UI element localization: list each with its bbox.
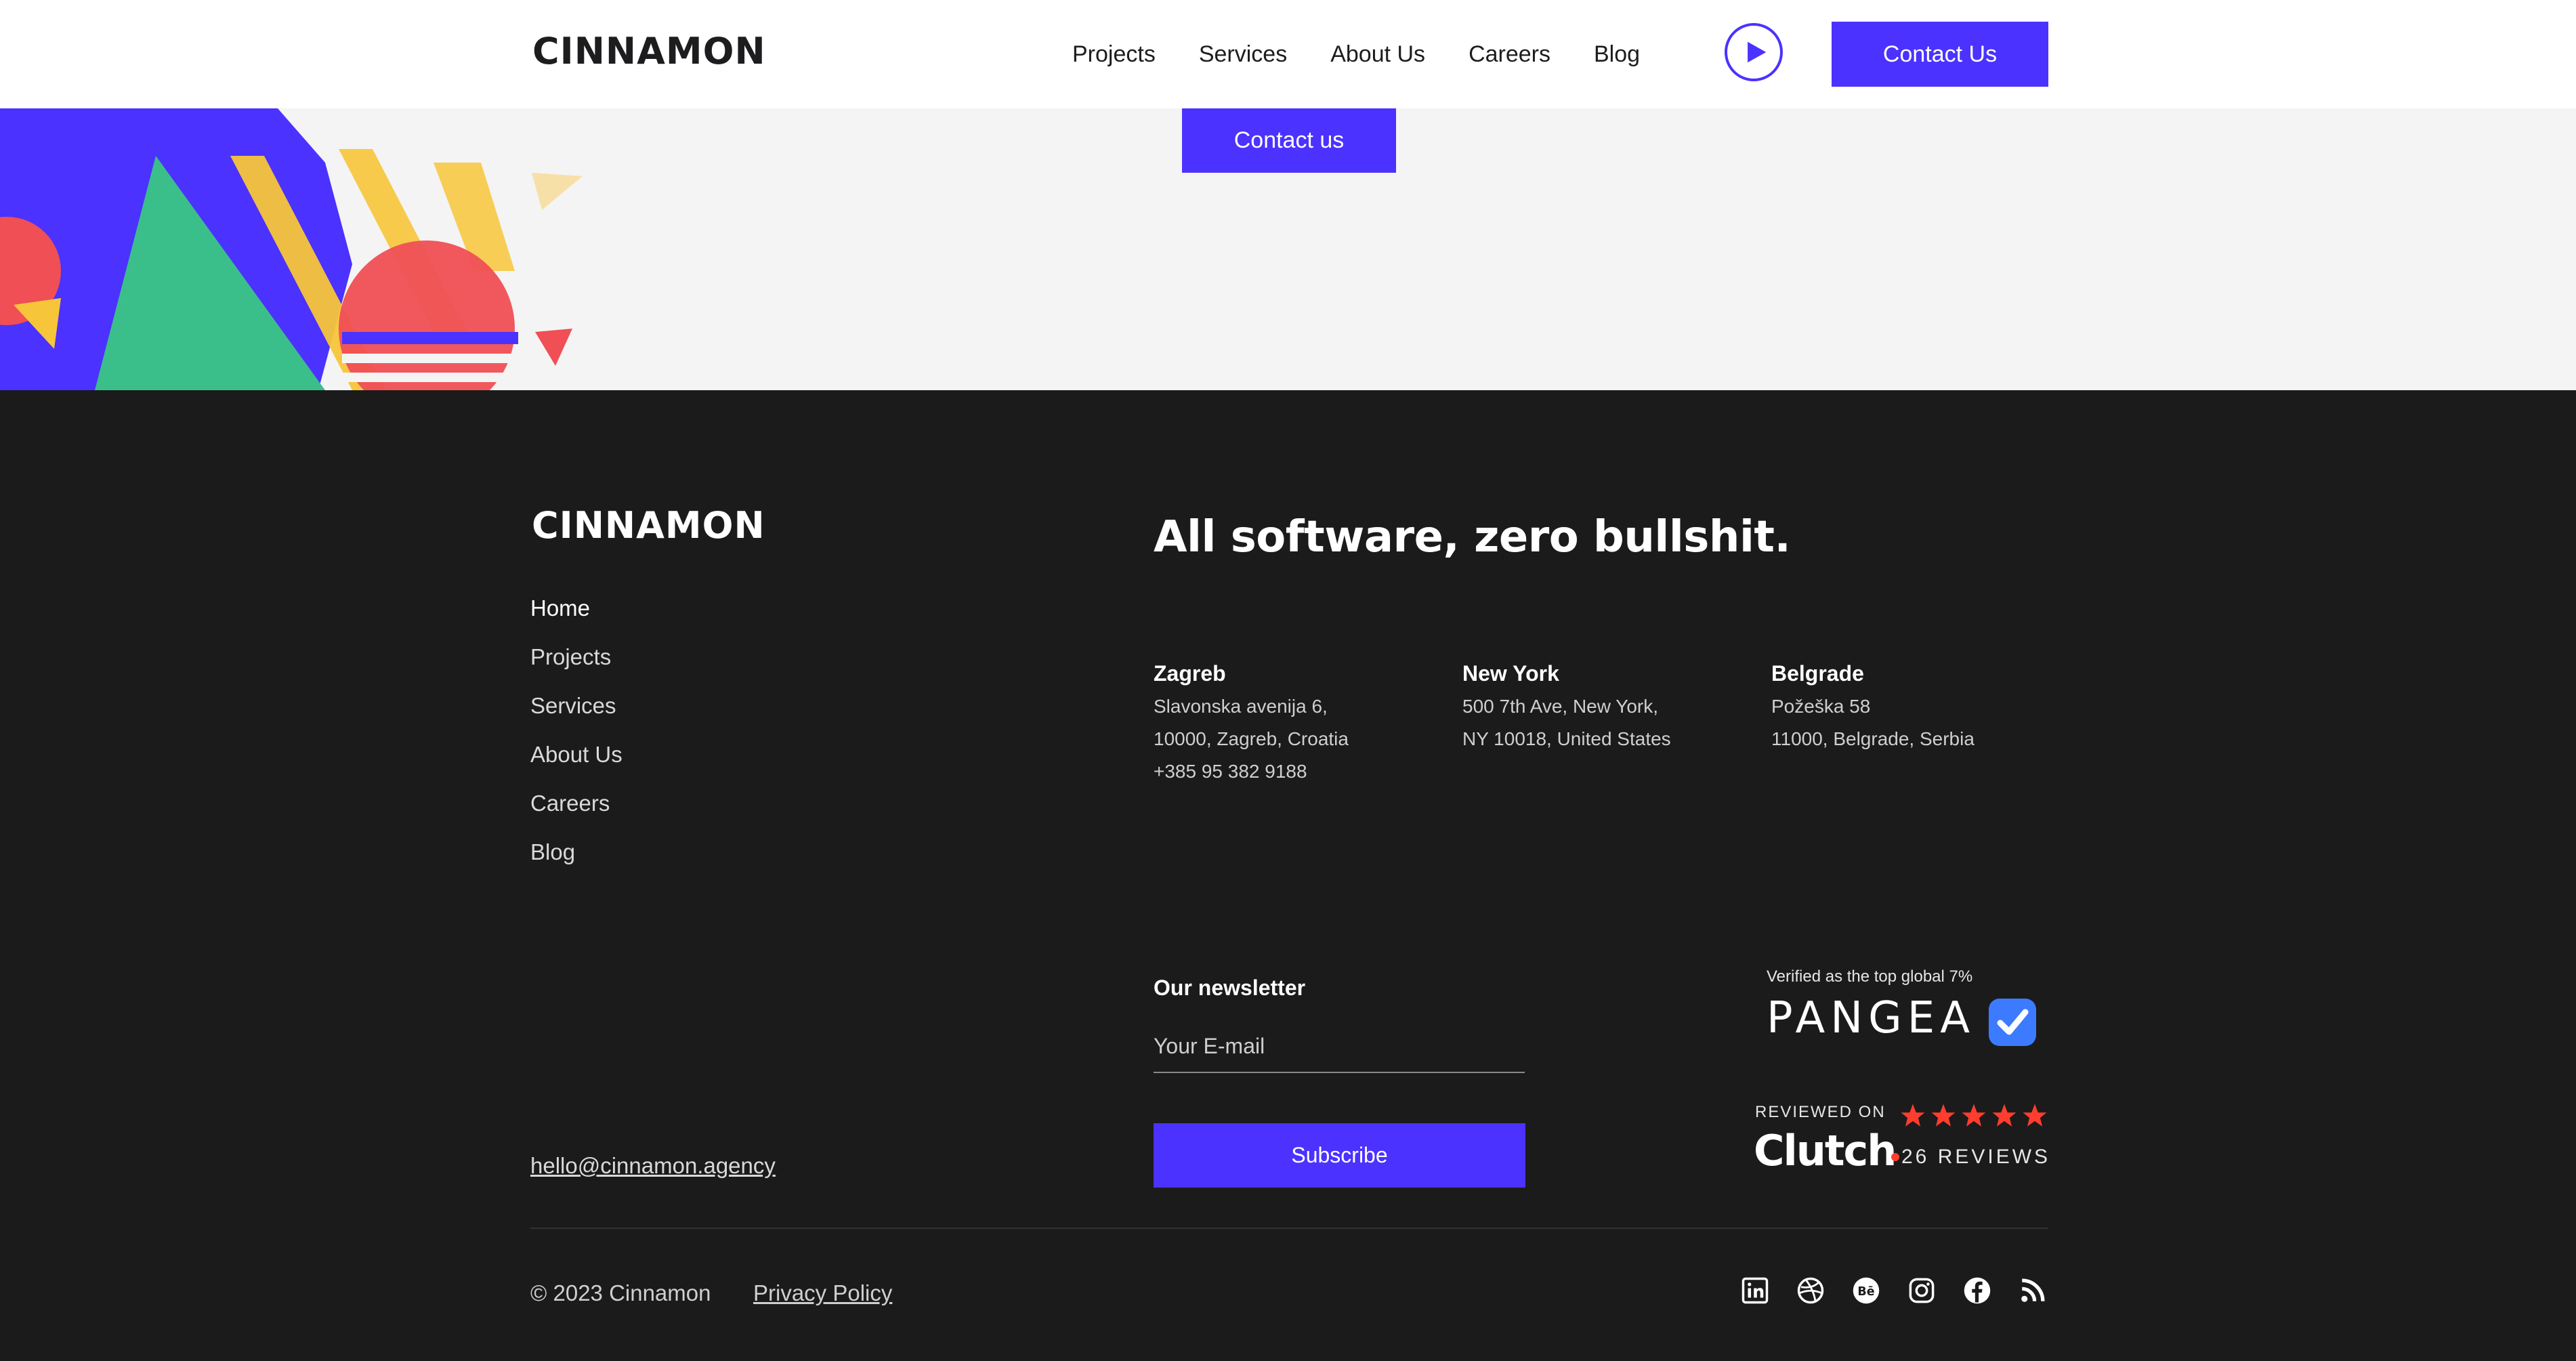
copyright: © 2023 Cinnamon — [530, 1280, 711, 1305]
nav-services[interactable]: Services — [1199, 41, 1287, 68]
svg-text:Bē: Bē — [1857, 1285, 1874, 1299]
clutch-logo[interactable]: Clutch — [1754, 1126, 1900, 1175]
facebook-icon[interactable] — [1963, 1276, 1991, 1305]
footer-nav-projects[interactable]: Projects — [530, 642, 622, 691]
office-zagreb: Zagreb Slavonska avenija 6, 10000, Zagre… — [1154, 661, 1438, 788]
rss-icon[interactable] — [2019, 1276, 2047, 1305]
footer-nav-home[interactable]: Home — [530, 593, 622, 642]
subscribe-button[interactable]: Subscribe — [1154, 1123, 1525, 1188]
header-contact-button[interactable]: Contact Us — [1832, 22, 2048, 87]
clutch-rating-stars — [1900, 1103, 2052, 1129]
play-video-button[interactable] — [1725, 23, 1783, 81]
privacy-policy-link[interactable]: Privacy Policy — [753, 1280, 892, 1306]
footer-nav-blog[interactable]: Blog — [530, 837, 622, 886]
verified-check-icon — [1989, 999, 2036, 1046]
decorative-illustration — [0, 108, 583, 390]
nav-careers[interactable]: Careers — [1469, 41, 1550, 68]
pangea-caption: Verified as the top global 7% — [1767, 967, 1973, 986]
footer-divider — [530, 1228, 2048, 1229]
office-new-york: New York 500 7th Ave, New York, NY 10018… — [1462, 661, 1747, 755]
star-icon — [1962, 1104, 1986, 1127]
footer-nav: Home Projects Services About Us Careers … — [530, 593, 622, 886]
office-address-line: Slavonska avenija 6, — [1154, 696, 1328, 717]
star-icon — [1901, 1104, 1925, 1127]
office-city: Belgrade — [1771, 661, 1864, 686]
clutch-reviews-count[interactable]: 26 REVIEWS — [1901, 1146, 2050, 1169]
social-links: Bē — [1741, 1276, 2074, 1305]
footer-brand-logo[interactable]: CINNAMON — [532, 504, 765, 547]
instagram-icon[interactable] — [1907, 1276, 1936, 1305]
footer-tagline: All software, zero bullshit. — [1154, 512, 1791, 562]
newsletter-title: Our newsletter — [1154, 976, 1306, 1000]
office-city: Zagreb — [1154, 661, 1226, 686]
site-footer: CINNAMON Home Projects Services About Us… — [0, 390, 2576, 1361]
nav-about-us[interactable]: About Us — [1330, 41, 1425, 68]
dribbble-icon[interactable] — [1796, 1276, 1825, 1305]
clutch-reviewed-on: REVIEWED ON — [1755, 1103, 1886, 1121]
play-icon — [1748, 41, 1767, 63]
office-address-line: 11000, Belgrade, Serbia — [1771, 728, 1975, 749]
office-phone[interactable]: +385 95 382 9188 — [1154, 755, 1438, 788]
brand-logo[interactable]: CINNAMON — [532, 30, 766, 72]
site-header: CINNAMON Projects Services About Us Care… — [0, 0, 2576, 108]
pangea-logo[interactable]: PANGEA — [1767, 993, 1975, 1043]
behance-icon[interactable]: Bē — [1852, 1276, 1880, 1305]
clutch-logo-text: Clutch — [1754, 1126, 1897, 1175]
clutch-dot-icon — [1891, 1153, 1900, 1161]
star-icon — [1931, 1104, 1956, 1127]
footer-nav-services[interactable]: Services — [530, 691, 622, 740]
contact-email-link[interactable]: hello@cinnamon.agency — [530, 1153, 776, 1179]
office-address-line: Požeška 58 — [1771, 696, 1871, 717]
band-contact-button[interactable]: Contact us — [1182, 108, 1396, 173]
office-address-line: NY 10018, United States — [1462, 728, 1671, 749]
office-city: New York — [1462, 661, 1559, 686]
footer-nav-careers[interactable]: Careers — [530, 789, 622, 837]
star-icon — [1992, 1104, 2017, 1127]
footer-nav-about-us[interactable]: About Us — [530, 740, 622, 789]
office-address-line: 10000, Zagreb, Croatia — [1154, 728, 1349, 749]
main-nav: Projects Services About Us Careers Blog — [1072, 0, 1683, 108]
star-icon — [2023, 1104, 2047, 1127]
office-belgrade: Belgrade Požeška 58 11000, Belgrade, Ser… — [1771, 661, 2056, 755]
office-address-line: 500 7th Ave, New York, — [1462, 696, 1659, 717]
cta-band: Contact us — [0, 108, 2576, 390]
nav-projects[interactable]: Projects — [1072, 41, 1156, 68]
nav-blog[interactable]: Blog — [1594, 41, 1640, 68]
linkedin-icon[interactable] — [1741, 1276, 1769, 1305]
newsletter-email-input[interactable] — [1154, 1020, 1525, 1073]
